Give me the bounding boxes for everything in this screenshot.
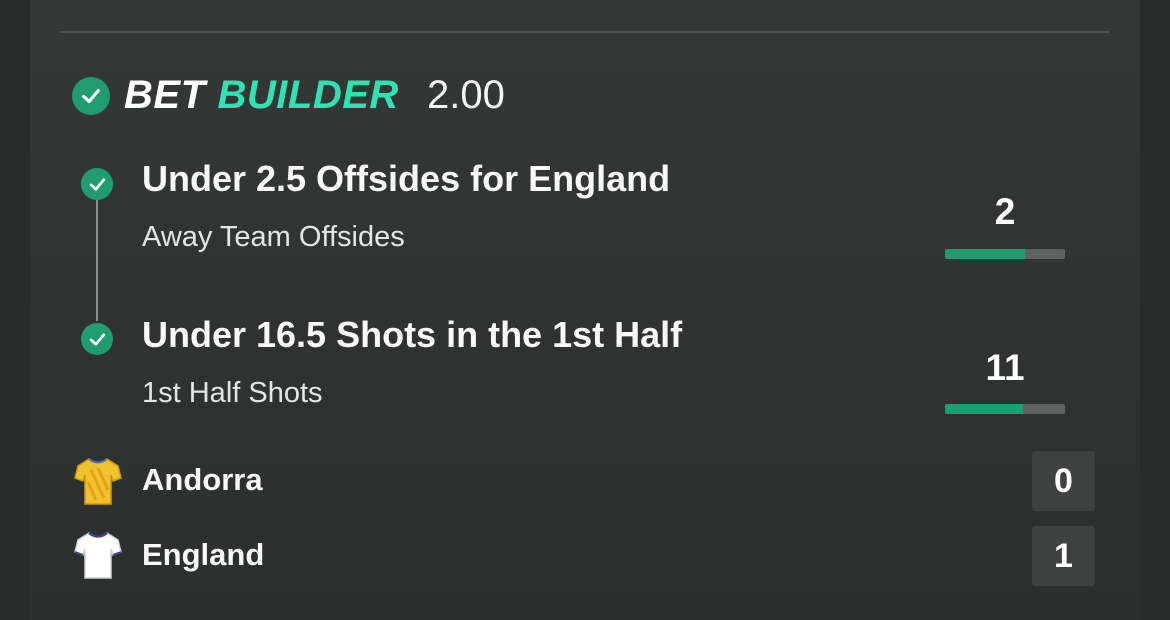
progress-bar <box>945 249 1065 259</box>
progress-bar <box>945 404 1065 414</box>
selection-market: Away Team Offsides <box>142 221 405 253</box>
brand-word-bet: BET <box>124 72 206 117</box>
selection-connector-line <box>96 197 98 321</box>
stat-value: 2 <box>994 191 1016 232</box>
team-name: England <box>142 537 265 572</box>
check-icon <box>81 168 113 200</box>
total-odds: 2.00 <box>427 72 505 117</box>
selection-title: Under 16.5 Shots in the 1st Half <box>142 314 683 355</box>
selection-market: 1st Half Shots <box>142 377 323 409</box>
stat-value: 11 <box>985 347 1025 388</box>
selection-title: Under 2.5 Offsides for England <box>142 158 671 199</box>
team-score: 1 <box>1032 526 1095 586</box>
divider <box>60 31 1110 33</box>
yellow-shirt-icon <box>74 456 122 506</box>
brand-word-builder: BUILDER <box>217 72 399 117</box>
check-icon <box>72 77 110 115</box>
team-name: Andorra <box>142 462 263 497</box>
progress-fill <box>945 404 1023 414</box>
progress-fill <box>945 249 1026 259</box>
check-icon <box>81 323 113 355</box>
team-score: 0 <box>1032 451 1095 511</box>
bet-builder-logo: BET BUILDER <box>124 70 399 120</box>
white-shirt-icon <box>74 530 122 580</box>
